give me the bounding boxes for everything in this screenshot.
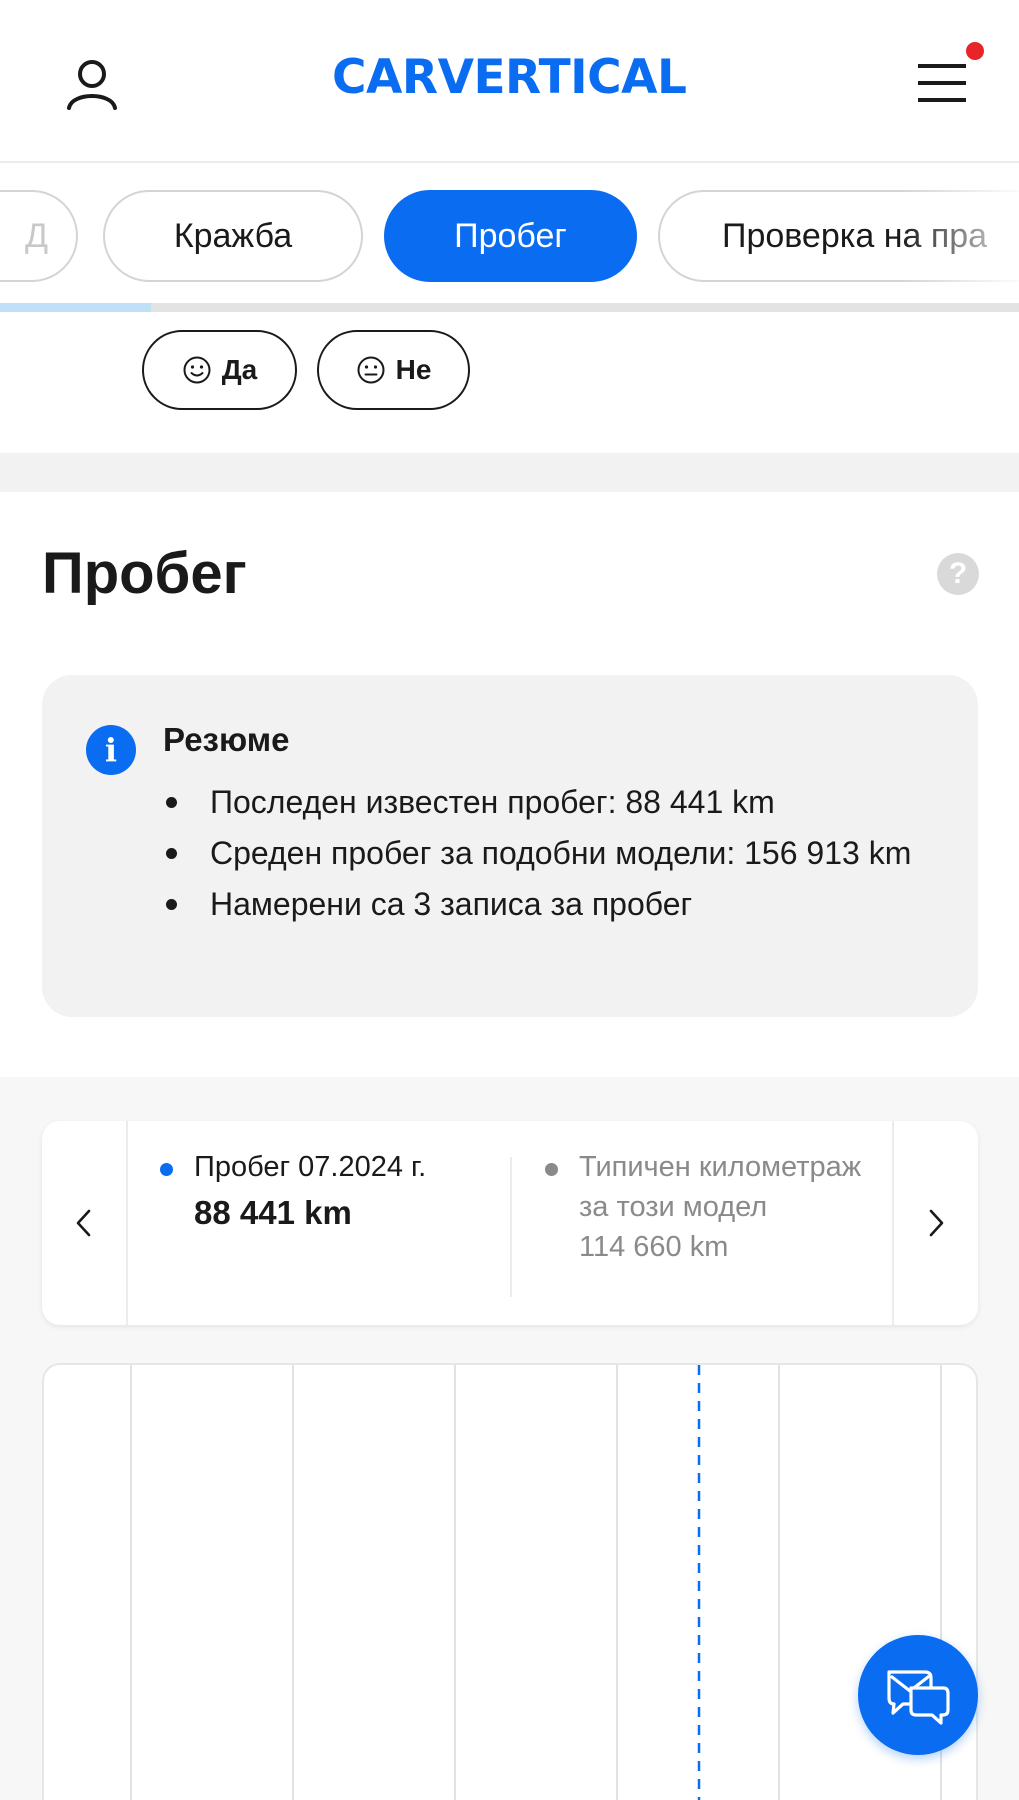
logo-part-v: V: [437, 49, 474, 105]
summary-item: Среден пробег за подобни модели: 156 913…: [162, 829, 942, 877]
chevron-left-icon: [76, 1209, 91, 1237]
tab-rights-check[interactable]: Проверка на пра: [658, 190, 1019, 282]
logo-part-car: CAR: [332, 49, 438, 105]
summary-card: i Резюме Последен известен пробег: 88 44…: [42, 675, 978, 1017]
section-title: Пробег: [42, 541, 247, 606]
typical-mileage-value: 114 660 km: [579, 1231, 729, 1263]
smile-icon: [183, 356, 211, 384]
info-icon: i: [86, 725, 136, 775]
readout-divider: [510, 1157, 512, 1297]
user-icon[interactable]: [64, 56, 120, 112]
typical-mileage-dot: [545, 1163, 558, 1176]
summary-list: Последен известен пробег: 88 441 km Сред…: [162, 778, 942, 931]
readout-current-column: Пробег 07.2024 г. 88 441 km: [160, 1147, 460, 1237]
tab-previous[interactable]: Д: [0, 190, 78, 282]
neutral-face-icon: [357, 356, 385, 384]
help-icon[interactable]: ?: [937, 553, 979, 595]
section-divider: [0, 453, 1019, 492]
feedback-no-button[interactable]: Не: [317, 330, 470, 410]
hamburger-menu-icon[interactable]: [912, 58, 972, 108]
mileage-chart[interactable]: [42, 1363, 978, 1800]
current-mileage-value: 88 441 km: [194, 1194, 352, 1231]
readout-divider: [126, 1121, 128, 1325]
readout-prev-button[interactable]: [42, 1121, 126, 1325]
mileage-readout-card: Пробег 07.2024 г. 88 441 km Типичен кило…: [42, 1121, 978, 1325]
readout-typical-column: Типичен километраж за този модел 114 660…: [545, 1147, 875, 1267]
summary-title: Резюме: [163, 721, 290, 758]
carvertical-logo[interactable]: CAR V ERTICAL: [332, 49, 687, 105]
tab-theft[interactable]: Кражба: [103, 190, 363, 282]
feedback-yes-button[interactable]: Да: [142, 330, 297, 410]
feedback-bar: Да Не: [0, 313, 1019, 453]
summary-item: Намерени са 3 записа за пробег: [162, 880, 942, 928]
summary-item: Последен известен пробег: 88 441 km: [162, 778, 942, 826]
chat-icon: [887, 1670, 950, 1725]
readout-next-button[interactable]: [894, 1121, 978, 1325]
mileage-chart-svg: [130, 1365, 942, 1800]
chevron-right-icon: [929, 1209, 944, 1237]
tabs-scroll-thumb[interactable]: [0, 303, 151, 312]
notification-dot: [966, 42, 984, 60]
current-mileage-label: Пробег 07.2024 г.: [194, 1151, 427, 1183]
section-tabs: Д Кражба Пробег Проверка на пра: [0, 163, 1019, 313]
app-header: CAR V ERTICAL: [0, 0, 1019, 163]
tabs-scroll-track: [0, 303, 1019, 312]
typical-mileage-label: Типичен километраж за този модел: [579, 1151, 862, 1223]
chat-button[interactable]: [858, 1635, 978, 1755]
current-mileage-dot: [160, 1163, 173, 1176]
tab-mileage[interactable]: Пробег: [384, 190, 637, 282]
logo-part-ertical: ERTICAL: [473, 49, 687, 105]
